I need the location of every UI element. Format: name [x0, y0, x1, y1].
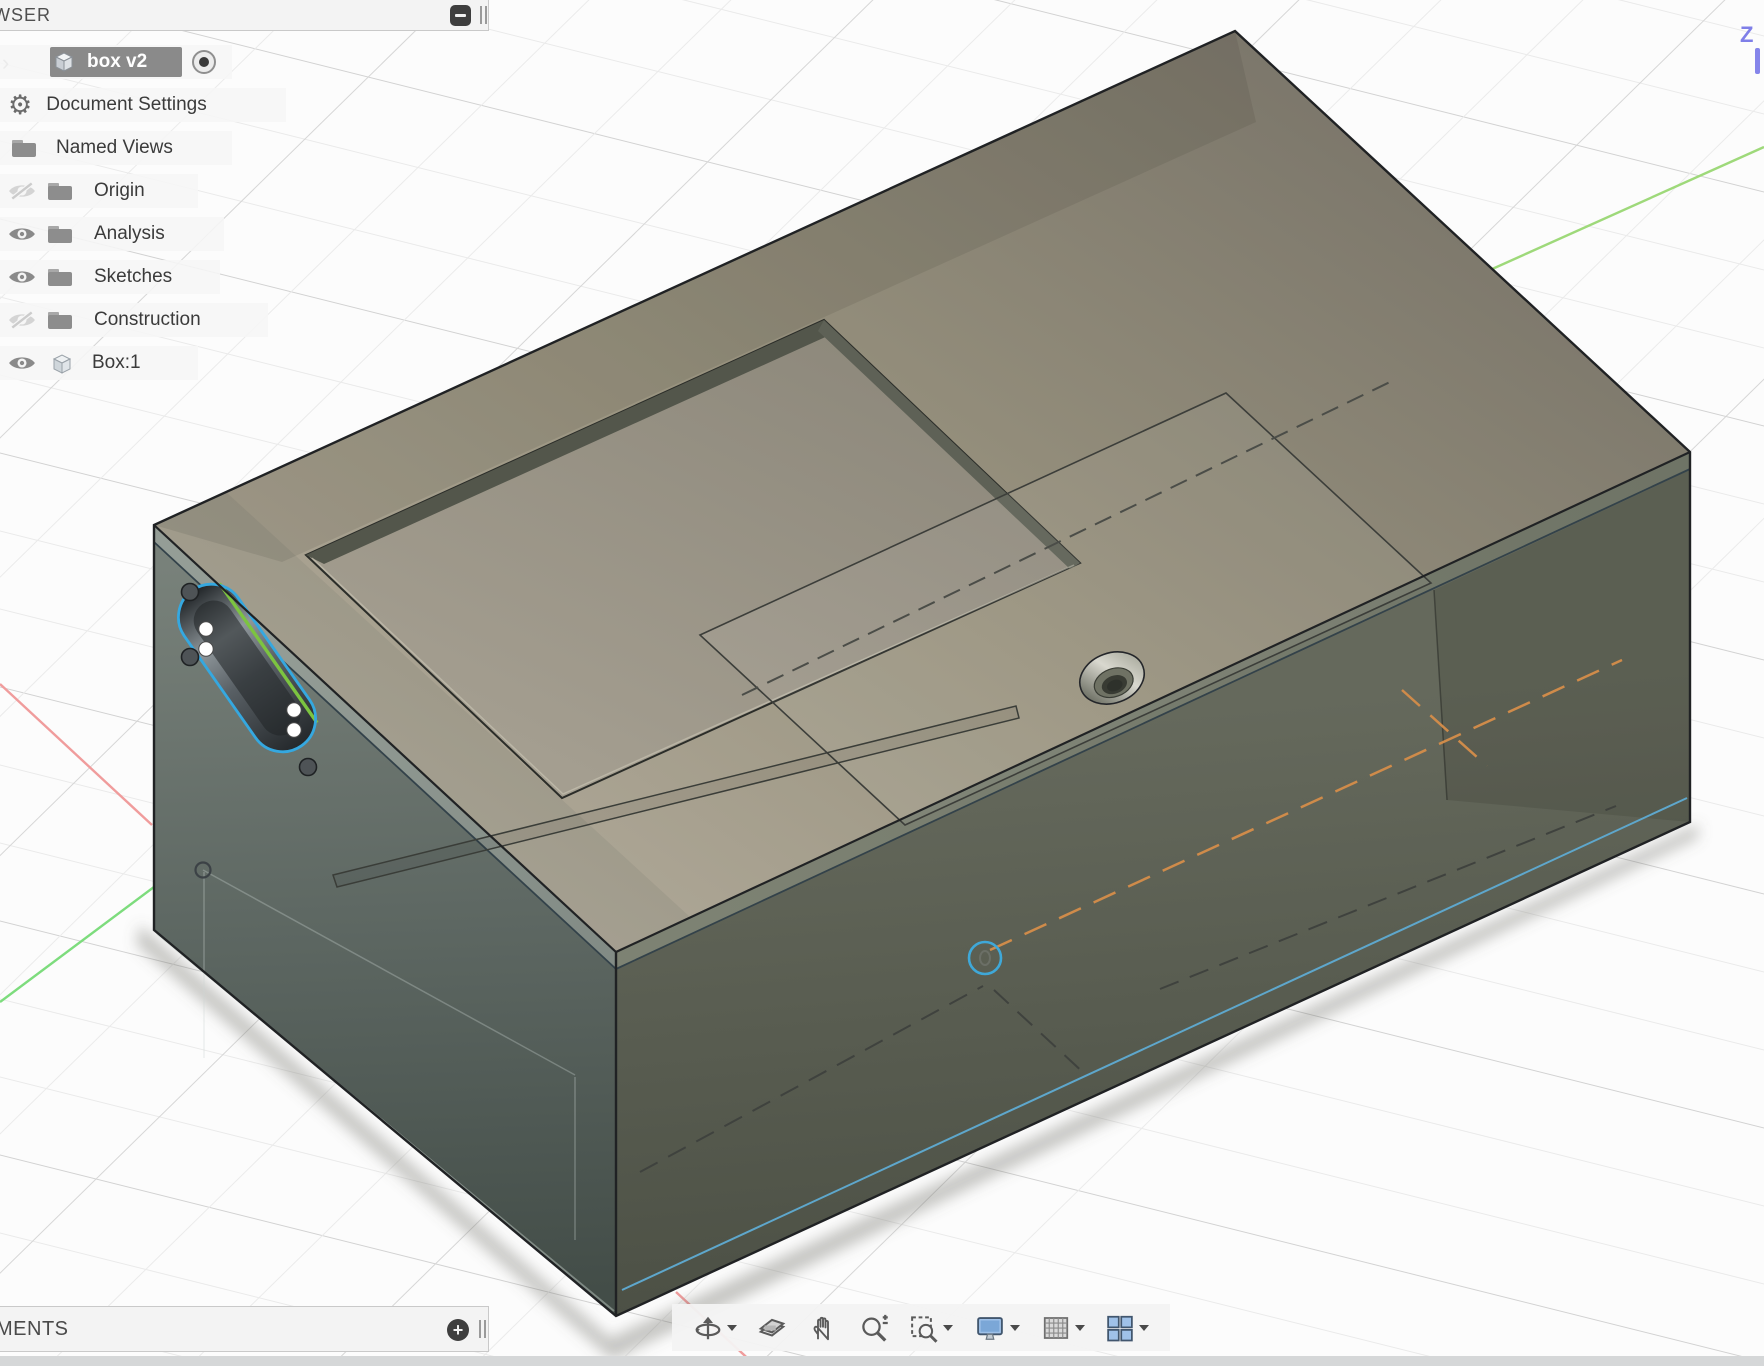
browser-item-box-1[interactable]: Box:1 [0, 346, 198, 380]
row-label: Box:1 [92, 352, 141, 374]
window-zoom-button[interactable] [909, 1313, 953, 1343]
browser-panel-title: WSER [0, 5, 51, 26]
panel-drag-handle[interactable] [480, 6, 487, 24]
viewports-icon [1105, 1313, 1135, 1343]
model-viewport[interactable] [0, 0, 1764, 1366]
x-axis-red [0, 684, 152, 825]
menu-caret-icon[interactable] [1139, 1325, 1149, 1331]
folder-icon [46, 265, 74, 289]
collapse-panel-button[interactable] [450, 5, 471, 26]
browser-panel-header[interactable]: WSER [0, 0, 489, 31]
folder-icon [10, 136, 38, 160]
browser-item-sketches[interactable]: Sketches [0, 260, 220, 294]
add-comment-button[interactable]: + [447, 1319, 469, 1341]
eye-off-icon[interactable] [8, 181, 36, 201]
folder-icon [46, 179, 74, 203]
row-label: Analysis [94, 223, 165, 245]
row-label: Named Views [56, 137, 173, 159]
row-label: Origin [94, 180, 145, 202]
comments-panel-header[interactable]: MENTS + [0, 1306, 489, 1352]
navigation-toolbar [672, 1304, 1170, 1351]
browser-item-box-v2[interactable]: box v2 [0, 45, 232, 79]
component-name: box v2 [87, 51, 147, 73]
grid-and-snaps-button[interactable] [1041, 1313, 1085, 1343]
display-settings-icon [974, 1313, 1006, 1343]
y-axis-green [1490, 147, 1764, 270]
folder-icon [46, 222, 74, 246]
eye-icon[interactable] [8, 353, 36, 373]
grid-icon [1041, 1313, 1071, 1343]
menu-caret-icon[interactable] [1075, 1325, 1085, 1331]
browser-item-construction[interactable]: Construction [0, 303, 268, 337]
folder-icon [46, 308, 74, 332]
z-axis-arrow-icon [1755, 48, 1760, 74]
zoom-button[interactable] [859, 1313, 889, 1343]
orbit-button[interactable] [693, 1313, 737, 1343]
gear-icon: ⚙ [8, 92, 32, 119]
display-settings-button[interactable] [974, 1313, 1020, 1343]
browser-item-named-views[interactable]: Named Views [0, 131, 232, 165]
eye-icon[interactable] [8, 267, 36, 287]
eye-off-icon[interactable] [8, 310, 36, 330]
menu-caret-icon[interactable] [1010, 1325, 1020, 1331]
browser-item-origin[interactable]: Origin [0, 174, 198, 208]
menu-caret-icon[interactable] [943, 1325, 953, 1331]
look-at-icon [757, 1313, 787, 1343]
selected-component-pill[interactable]: box v2 [50, 47, 182, 77]
z-axis-label[interactable]: Z [1740, 22, 1753, 48]
component-icon [50, 49, 78, 75]
box-body[interactable] [154, 31, 1690, 1316]
zoom-icon [859, 1313, 889, 1343]
window-zoom-icon [909, 1313, 939, 1343]
menu-caret-icon[interactable] [727, 1325, 737, 1331]
window-bottom-strip [0, 1356, 1764, 1366]
activate-component-radio[interactable] [192, 50, 216, 74]
panel-drag-handle[interactable] [479, 1320, 486, 1338]
pan-button[interactable] [808, 1313, 838, 1343]
viewports-button[interactable] [1105, 1313, 1149, 1343]
browser-item-document-settings[interactable]: ⚙ Document Settings [0, 88, 286, 122]
body-icon [48, 350, 76, 376]
look-at-button[interactable] [757, 1313, 787, 1343]
comments-panel-title: MENTS [0, 1318, 69, 1341]
row-label: Construction [94, 309, 201, 331]
row-label: Document Settings [46, 94, 207, 116]
fusion-canvas[interactable]: WSER › box v2 ⚙ Document Settings Named … [0, 0, 1764, 1366]
eye-icon[interactable] [8, 224, 36, 244]
row-label: Sketches [94, 266, 172, 288]
orbit-icon [693, 1313, 723, 1343]
pan-hand-icon [808, 1313, 838, 1343]
browser-item-analysis[interactable]: Analysis [0, 217, 224, 251]
